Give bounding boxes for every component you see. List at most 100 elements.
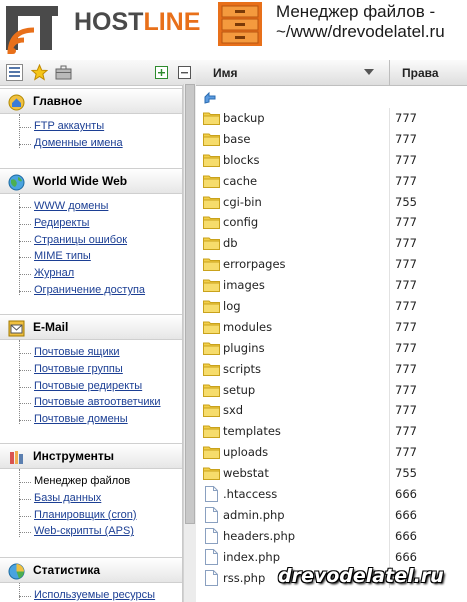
file-row[interactable]: setup 777 — [196, 379, 467, 401]
left-panel-scrollbar-thumb[interactable] — [185, 84, 195, 524]
file-row[interactable]: admin.php 666 — [196, 504, 467, 526]
section-header-www[interactable]: World Wide Web — [0, 168, 182, 194]
file-permissions: 777 — [395, 257, 417, 272]
file-name[interactable]: headers.php — [223, 529, 295, 543]
nav-link-mime-types[interactable]: MIME типы — [18, 248, 182, 265]
section-header-main[interactable]: Главное — [0, 88, 182, 114]
header: HOSTLINE Менеджер файлов - ~/www/drevode… — [0, 0, 467, 58]
file-name[interactable]: setup — [223, 383, 255, 397]
file-name[interactable]: rss.php — [223, 571, 265, 585]
section-title: E-Mail — [33, 320, 69, 334]
nav-link-file-manager[interactable]: Менеджер файлов — [18, 473, 182, 490]
nav-link-mail-redirects[interactable]: Почтовые редиректы — [18, 378, 182, 395]
file-name[interactable]: index.php — [223, 550, 280, 564]
file-name[interactable]: scripts — [223, 362, 261, 376]
folder-icon — [203, 112, 220, 125]
file-name[interactable]: cgi-bin — [223, 195, 262, 209]
file-name[interactable]: backup — [223, 111, 265, 125]
file-permissions: 777 — [395, 424, 417, 439]
file-row[interactable]: log 777 — [196, 296, 467, 317]
file-name[interactable]: templates — [223, 424, 281, 438]
column-divider — [389, 149, 390, 171]
file-name[interactable]: uploads — [223, 445, 268, 459]
file-name[interactable]: errorpages — [223, 257, 286, 271]
watermark: drevodelatel.ru — [278, 565, 444, 587]
star-icon[interactable] — [31, 64, 48, 81]
file-row[interactable]: .htaccess 666 — [196, 484, 467, 505]
file-row[interactable]: cache 777 — [196, 170, 467, 192]
section-header-statistics[interactable]: Статистика — [0, 557, 182, 583]
file-row[interactable]: plugins 777 — [196, 337, 467, 359]
nav-link-error-pages[interactable]: Страницы ошибок — [18, 232, 182, 249]
up-folder-icon[interactable] — [203, 89, 219, 105]
nav-link-log[interactable]: Журнал — [18, 265, 182, 282]
parent-directory-row[interactable] — [196, 87, 467, 107]
file-row[interactable]: uploads 777 — [196, 442, 467, 464]
section-tools: Инструменты Менеджер файлов Базы данных … — [0, 443, 182, 540]
file-row[interactable]: templates 777 — [196, 421, 467, 443]
file-name[interactable]: sxd — [223, 403, 243, 417]
brand-line: LINE — [143, 8, 201, 36]
nav-link-access-restriction[interactable]: Ограничение доступа — [18, 282, 182, 299]
section-header-tools[interactable]: Инструменты — [0, 443, 182, 469]
file-row[interactable]: config 777 — [196, 212, 467, 234]
column-divider — [389, 525, 390, 547]
nav-link-autoresponders[interactable]: Почтовые автоответчики — [18, 394, 182, 411]
column-divider — [389, 108, 390, 129]
briefcase-icon[interactable] — [55, 64, 72, 81]
folder-icon — [203, 237, 220, 251]
nav-link-mail-groups[interactable]: Почтовые группы — [18, 361, 182, 378]
expand-icon[interactable] — [155, 66, 168, 79]
section-header-email[interactable]: E-Mail — [0, 314, 182, 340]
folder-icon — [203, 196, 220, 209]
file-icon — [205, 506, 218, 523]
file-row[interactable]: headers.php 666 — [196, 525, 467, 547]
list-icon[interactable] — [6, 64, 23, 81]
nav-link-domain-names[interactable]: Доменные имена — [18, 135, 182, 152]
brand-host: HOST — [74, 8, 144, 36]
left-toolbar — [0, 60, 196, 86]
file-row[interactable]: scripts 777 — [196, 358, 467, 380]
file-row[interactable]: errorpages 777 — [196, 254, 467, 276]
column-header-rights[interactable]: Права — [402, 66, 439, 80]
nav-link-www-domains[interactable]: WWW домены — [18, 198, 182, 215]
column-divider — [389, 421, 390, 443]
file-name[interactable]: cache — [223, 174, 257, 188]
file-row[interactable]: cgi-bin 755 — [196, 191, 467, 213]
file-row[interactable]: modules 777 — [196, 316, 467, 338]
nav-link-redirects[interactable]: Редиректы — [18, 215, 182, 232]
nav-link-used-resources[interactable]: Используемые ресурсы — [18, 587, 182, 602]
file-name[interactable]: db — [223, 236, 238, 250]
file-name[interactable]: config — [223, 215, 258, 229]
file-name[interactable]: plugins — [223, 341, 265, 355]
file-row[interactable]: backup 777 — [196, 108, 467, 129]
file-name[interactable]: base — [223, 132, 250, 146]
file-name[interactable]: admin.php — [223, 508, 285, 522]
file-row[interactable]: webstat 755 — [196, 463, 467, 485]
column-divider[interactable] — [389, 60, 390, 86]
file-name[interactable]: modules — [223, 320, 272, 334]
file-row[interactable]: sxd 777 — [196, 400, 467, 422]
file-row[interactable]: blocks 777 — [196, 149, 467, 171]
file-name[interactable]: blocks — [223, 153, 260, 167]
sort-desc-icon[interactable] — [364, 69, 374, 75]
column-header-name[interactable]: Имя — [213, 66, 238, 80]
nav-link-mailboxes[interactable]: Почтовые ящики — [18, 344, 182, 361]
collapse-icon[interactable] — [178, 66, 191, 79]
file-name[interactable]: log — [223, 299, 241, 313]
nav-link-mail-domains[interactable]: Почтовые домены — [18, 411, 182, 428]
file-row[interactable]: base 777 — [196, 128, 467, 150]
file-row[interactable]: images 777 — [196, 275, 467, 297]
nav-link-ftp-accounts[interactable]: FTP аккаунты — [18, 118, 182, 135]
file-permissions: 777 — [395, 131, 417, 146]
file-name[interactable]: .htaccess — [223, 487, 277, 501]
file-permissions: 777 — [395, 152, 417, 167]
section-title: Инструменты — [33, 449, 115, 463]
file-name[interactable]: images — [223, 278, 265, 292]
file-row[interactable]: db 777 — [196, 233, 467, 255]
page-title-line1: Менеджер файлов - — [276, 2, 436, 21]
nav-link-scheduler[interactable]: Планировщик (cron) — [18, 507, 182, 524]
file-name[interactable]: webstat — [223, 466, 269, 480]
nav-link-web-scripts[interactable]: Web-скрипты (APS) — [18, 523, 182, 540]
nav-link-databases[interactable]: Базы данных — [18, 490, 182, 507]
